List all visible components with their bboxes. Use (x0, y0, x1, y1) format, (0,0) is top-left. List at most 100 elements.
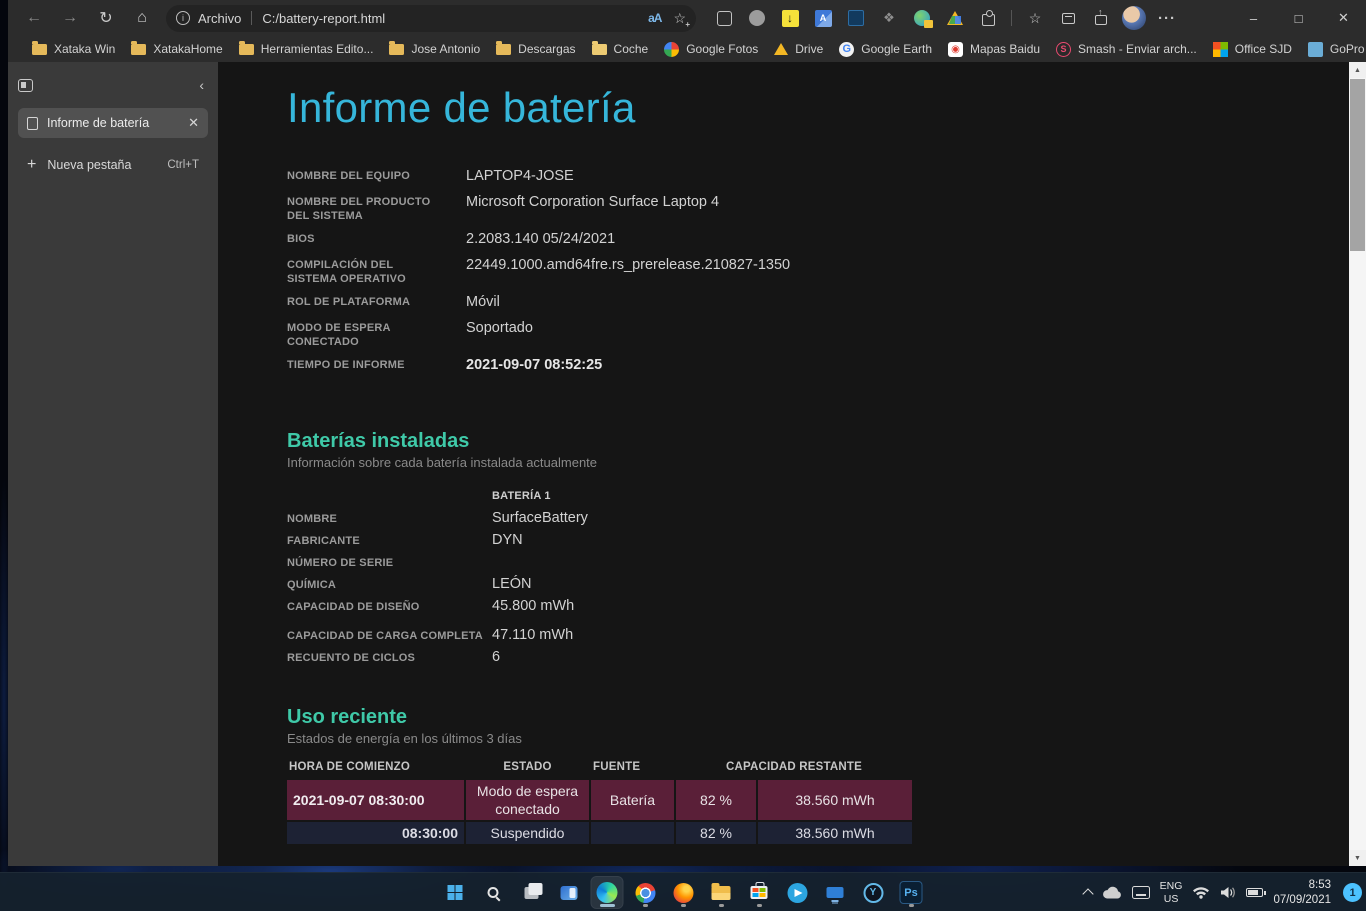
page-document-icon (27, 117, 38, 130)
info-label: MODO DE ESPERA CONECTADO (287, 318, 437, 351)
wifi-icon[interactable] (1192, 886, 1210, 899)
share-icon[interactable] (1091, 8, 1111, 28)
office-extension-icon[interactable] (714, 8, 734, 28)
bookmark-gopro-plus[interactable]: GoPro Plus (1300, 39, 1366, 60)
clock[interactable]: 8:53 07/09/2021 (1273, 878, 1331, 908)
info-row: COMPILACIÓN DEL SISTEMA OPERATIVO22449.1… (287, 255, 1349, 288)
battery-table: BATERÍA 1 NOMBRESurfaceBattery FABRICANT… (287, 488, 1349, 666)
active-tab[interactable]: Informe de batería ✕ (18, 108, 208, 138)
taskbar-wheel-app-button[interactable]: Y (858, 877, 889, 908)
info-row: MODO DE ESPERA CONECTADOSoportado (287, 318, 1349, 351)
battery-row: NÚMERO DE SERIE (287, 554, 1349, 571)
toolbar-divider (1011, 10, 1012, 26)
battery-value: DYN (492, 532, 523, 549)
taskbar-display-app-button[interactable] (820, 877, 851, 908)
taskbar-chrome-button[interactable] (630, 877, 661, 908)
close-button[interactable]: ✕ (1321, 0, 1366, 36)
favorites-star-icon[interactable]: ☆ (1025, 8, 1045, 28)
bookmark-jose-antonio[interactable]: Jose Antonio (381, 39, 488, 59)
download-manager-extension-icon[interactable]: ↓ (780, 8, 800, 28)
info-row: BIOS2.2083.140 05/24/2021 (287, 229, 1349, 249)
dropbox-extension-icon[interactable]: ❖ (879, 8, 899, 28)
close-tab-icon[interactable]: ✕ (188, 115, 199, 131)
info-label: TIEMPO DE INFORME (287, 355, 437, 375)
drive-extension-icon[interactable] (945, 8, 965, 28)
scrollbar-up-icon[interactable]: ▲ (1349, 62, 1366, 78)
taskbar-firefox-button[interactable] (668, 877, 699, 908)
bookmark-label: Mapas Baidu (970, 42, 1040, 56)
taskbar-photoshop-button[interactable]: Ps (896, 877, 927, 908)
taskbar-search-button[interactable] (478, 877, 509, 908)
translate-page-icon[interactable]: aA (648, 11, 661, 25)
google-drive-icon (774, 43, 788, 55)
page-info-icon[interactable]: i (176, 11, 190, 25)
add-favorite-icon[interactable]: ☆ (673, 10, 686, 27)
section-heading: Baterías instaladas (287, 430, 1349, 453)
tray-overflow-chevron-icon[interactable] (1082, 888, 1093, 899)
home-icon[interactable]: ⌂ (126, 4, 158, 32)
bookmark-coche[interactable]: Coche (584, 39, 657, 59)
bookmark-mapas-baidu[interactable]: ◉Mapas Baidu (940, 39, 1048, 60)
bookmark-drive[interactable]: Drive (766, 39, 831, 59)
tab-actions-icon[interactable] (18, 79, 33, 92)
taskbar-store-button[interactable] (744, 877, 775, 908)
translator-extension-icon[interactable]: A (813, 8, 833, 28)
document-extension-icon[interactable] (846, 8, 866, 28)
profile-circle-extension-icon[interactable] (747, 8, 767, 28)
touch-keyboard-icon[interactable] (1132, 886, 1150, 899)
bookmark-descargas[interactable]: Descargas (488, 39, 583, 59)
profile-avatar[interactable] (1124, 8, 1144, 28)
taskbar-telegram-button[interactable] (782, 877, 813, 908)
language-indicator[interactable]: ENG US (1160, 880, 1183, 905)
folder-icon (239, 44, 254, 55)
language-line1: ENG (1160, 880, 1183, 893)
notification-count-badge[interactable]: 1 (1343, 883, 1362, 902)
new-tab-button[interactable]: + Nueva pestaña Ctrl+T (18, 152, 208, 178)
scrollbar-down-icon[interactable]: ▼ (1349, 850, 1366, 866)
bookmark-smash[interactable]: SSmash - Enviar arch... (1048, 39, 1205, 60)
section-subtitle: Información sobre cada batería instalada… (287, 455, 1349, 470)
bookmarks-bar: Xataka Win XatakaHome Herramientas Edito… (8, 36, 1366, 62)
taskbar-file-explorer-button[interactable] (706, 877, 737, 908)
bookmark-label: Coche (614, 42, 649, 56)
collapse-sidebar-icon[interactable]: ‹ (195, 77, 208, 93)
battery-value: 47.110 mWh (492, 627, 573, 644)
minimize-button[interactable]: – (1231, 0, 1276, 36)
bookmark-label: Google Fotos (686, 42, 758, 56)
back-icon[interactable]: ← (18, 4, 50, 32)
earth-lock-extension-icon[interactable] (912, 8, 932, 28)
volume-icon[interactable] (1220, 886, 1236, 899)
bookmark-xatakahome[interactable]: XatakaHome (123, 39, 230, 59)
taskbar-edge-button[interactable] (592, 877, 623, 908)
extensions-puzzle-icon[interactable] (978, 8, 998, 28)
scrollbar-track[interactable] (1349, 251, 1366, 850)
start-button[interactable] (440, 877, 471, 908)
window-controls: – □ ✕ (1231, 0, 1366, 36)
edge-icon (597, 882, 618, 903)
onedrive-cloud-icon[interactable] (1102, 886, 1122, 899)
settings-menu-icon[interactable]: ··· (1157, 8, 1177, 28)
display-icon (827, 887, 844, 898)
battery-report-page: Informe de batería NOMBRE DEL EQUIPOLAPT… (218, 62, 1349, 866)
address-url[interactable]: C:/battery-report.html (262, 11, 648, 26)
refresh-icon[interactable]: ↻ (90, 4, 122, 32)
bookmark-google-fotos[interactable]: Google Fotos (656, 39, 766, 60)
maximize-button[interactable]: □ (1276, 0, 1321, 36)
task-view-button[interactable] (516, 877, 547, 908)
battery-icon[interactable] (1246, 888, 1263, 897)
forward-icon[interactable]: → (54, 4, 86, 32)
bookmark-office-sjd[interactable]: Office SJD (1205, 39, 1300, 60)
bookmark-google-earth[interactable]: GGoogle Earth (831, 39, 940, 60)
usage-cell-state: Suspendido (466, 822, 589, 844)
page-scrollbar[interactable]: ▲ ▼ (1349, 62, 1366, 866)
scrollbar-thumb[interactable] (1350, 79, 1365, 251)
smash-icon: S (1056, 42, 1071, 57)
address-bar[interactable]: i Archivo C:/battery-report.html aA ☆ (166, 5, 696, 32)
usage-cell-source: Batería (591, 780, 674, 820)
bookmark-label: GoPro Plus (1330, 42, 1366, 56)
bookmark-xataka-win[interactable]: Xataka Win (24, 39, 123, 59)
collections-icon[interactable] (1058, 8, 1078, 28)
info-row: NOMBRE DEL EQUIPOLAPTOP4-JOSE (287, 166, 1349, 186)
bookmark-herramientas[interactable]: Herramientas Edito... (231, 39, 382, 59)
widgets-button[interactable] (554, 877, 585, 908)
